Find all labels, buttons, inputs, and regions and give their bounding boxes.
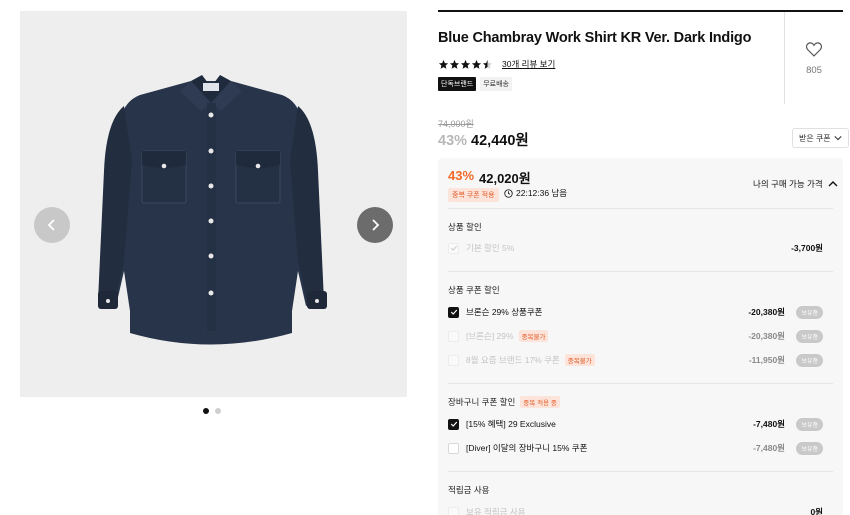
star-icon: [438, 59, 449, 69]
basic-discount-checkbox: [448, 242, 459, 254]
cart-coupon-title: 장바구니 쿠폰 할인 중복 적용 중: [448, 396, 560, 408]
product-badges: 단독브랜드 무료배송: [438, 77, 512, 91]
received-coupon-button[interactable]: 받은 쿠폰: [792, 128, 849, 148]
like-divider: [784, 12, 785, 104]
duplicate-applied-tag: 중복 적용 중: [520, 396, 560, 408]
best-price: 42,020원: [479, 171, 531, 186]
gallery-prev-button[interactable]: [34, 207, 70, 243]
basic-discount-row: 기본 할인 5% -3,700원: [448, 241, 833, 255]
cart-coupon-row-exclusive[interactable]: [15% 혜택] 29 Exclusive -7,480원 보유중: [448, 417, 833, 431]
coupon-checkbox: [448, 354, 459, 366]
coupon-label: [15% 혜택] 29 Exclusive: [466, 419, 556, 429]
my-price-label: 나의 구매 가능 가격: [753, 179, 823, 189]
coupon-value: -20,380원: [748, 307, 785, 317]
panel-divider: [448, 208, 833, 209]
points-checkbox: [448, 506, 459, 515]
coupon-value: -7,480원: [753, 443, 785, 453]
heart-icon: [805, 42, 823, 57]
no-duplicate-tag: 중복불가: [564, 354, 595, 366]
no-duplicate-tag: 중복불가: [518, 330, 549, 342]
section-title-text: 상품 할인: [448, 222, 482, 232]
coupon-value: -20,380원: [748, 331, 785, 341]
chevron-up-icon: [828, 181, 838, 187]
basic-discount-label: 기본 할인 5%: [466, 243, 515, 253]
points-title: 적립금 사용: [448, 484, 489, 496]
check-icon: [450, 245, 457, 251]
product-image-gallery: [20, 11, 407, 397]
exclusive-brand-badge: 단독브랜드: [438, 77, 477, 91]
owned-badge: 보유중: [796, 305, 823, 319]
coupon-label-group: [브론슨] 29% 중복불가: [466, 330, 549, 342]
coupon-value: -7,480원: [753, 419, 785, 429]
rating-summary: 30개 리뷰 보기: [438, 58, 555, 70]
coupon-checkbox[interactable]: [448, 418, 459, 430]
product-discount-title: 상품 할인: [448, 221, 482, 233]
top-divider: [438, 10, 843, 12]
chevron-right-icon: [372, 219, 380, 231]
star-icon: [471, 59, 482, 69]
panel-divider: [448, 383, 833, 384]
star-icon: [460, 59, 471, 69]
chevron-down-icon: [834, 136, 842, 141]
price-row: 43% 42,440원: [438, 129, 529, 150]
countdown-timer: 22:12:36 남음: [504, 187, 567, 199]
gallery-pagination: [203, 408, 221, 414]
coupon-value: -11,950원: [748, 355, 785, 365]
coupon-label: 브론슨 29% 상품쿠폰: [466, 307, 543, 317]
product-coupon-title: 상품 쿠폰 할인: [448, 284, 500, 296]
points-value: 0원: [810, 507, 823, 515]
star-half-icon: [482, 59, 493, 69]
coupon-row-august-brand: 8월 요즘 브랜드 17% 쿠폰 중복불가 -11,950원 보유중: [448, 353, 833, 367]
section-title-text: 상품 쿠폰 할인: [448, 285, 500, 295]
owned-badge: 보유중: [796, 441, 823, 455]
benefit-panel: 43% 42,020원 중복 쿠폰 적용 22:12:36 남음 나의 구매 가…: [438, 158, 843, 515]
review-link[interactable]: 30개 리뷰 보기: [502, 58, 555, 70]
panel-divider: [448, 471, 833, 472]
best-discount-percent: 43%: [448, 168, 475, 183]
star-icon: [449, 59, 460, 69]
free-shipping-badge: 무료배송: [480, 77, 512, 91]
panel-divider: [448, 271, 833, 272]
section-title-text: 적립금 사용: [448, 485, 490, 495]
check-icon: [450, 309, 457, 315]
coupon-checkbox[interactable]: [448, 306, 459, 318]
owned-badge: 보유중: [796, 417, 823, 431]
points-label: 보유 적립금 사용: [466, 507, 526, 515]
product-image: [98, 75, 327, 345]
discount-percent: 43%: [438, 133, 468, 149]
gallery-dot-2[interactable]: [215, 408, 221, 414]
timer-text: 22:12:36 남음: [516, 188, 568, 198]
section-title-text: 장바구니 쿠폰 할인: [448, 397, 516, 407]
coupon-checkbox: [448, 330, 459, 342]
gallery-next-button[interactable]: [357, 207, 393, 243]
check-icon: [450, 421, 457, 427]
coupon-label: [브론슨] 29%: [466, 331, 514, 341]
received-coupon-label: 받은 쿠폰: [799, 133, 831, 143]
gallery-dot-1[interactable]: [203, 408, 209, 414]
cart-coupon-row-diver[interactable]: [Diver] 이달의 장바구니 15% 쿠폰 -7,480원 보유중: [448, 441, 833, 455]
chevron-left-icon: [47, 219, 55, 231]
coupon-row-bronson-29: [브론슨] 29% 중복불가 -20,380원 보유중: [448, 329, 833, 343]
duplicate-coupon-tag: 중복 쿠폰 적용: [448, 188, 499, 202]
owned-badge: 보유중: [796, 329, 823, 343]
clock-icon: [504, 188, 513, 198]
coupon-label: [Diver] 이달의 장바구니 15% 쿠폰: [466, 443, 588, 453]
basic-discount-value: -3,700원: [791, 243, 823, 253]
points-row: 보유 적립금 사용 0원: [448, 505, 833, 515]
coupon-label-group: 8월 요즘 브랜드 17% 쿠폰 중복불가: [466, 354, 595, 366]
product-title: Blue Chambray Work Shirt KR Ver. Dark In…: [438, 30, 752, 46]
my-price-toggle[interactable]: 나의 구매 가능 가격: [753, 178, 838, 190]
coupon-label: 8월 요즘 브랜드 17% 쿠폰: [466, 355, 560, 365]
owned-badge: 보유중: [796, 353, 823, 367]
rating-stars: [438, 59, 493, 70]
coupon-row-bronson[interactable]: 브론슨 29% 상품쿠폰 -20,380원 보유중: [448, 305, 833, 319]
like-count: 805: [806, 65, 822, 76]
like-button[interactable]: 805: [798, 41, 830, 76]
sale-price: 42,440원: [471, 133, 529, 149]
coupon-checkbox[interactable]: [448, 442, 459, 454]
